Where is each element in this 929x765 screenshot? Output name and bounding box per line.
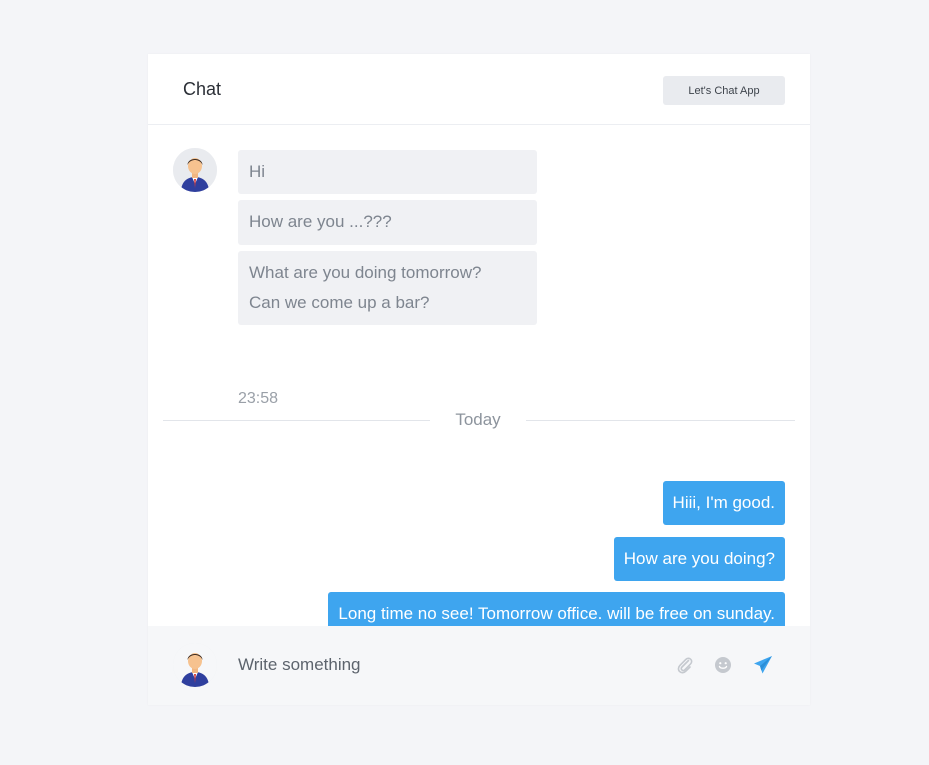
message-timestamp: 23:58 [238,390,279,407]
message-list[interactable]: Hi How are you ...??? What are you doing… [148,126,810,626]
composer-bar [148,626,810,705]
incoming-message: What are you doing tomorrow? Can we come… [238,251,537,325]
send-button[interactable] [752,654,774,676]
chat-header: Chat Let's Chat App [148,54,810,125]
user-avatar[interactable] [173,643,217,687]
incoming-message: Hi [238,150,537,194]
outgoing-message: How are you doing? [613,537,785,581]
message-input[interactable] [238,650,658,680]
contact-avatar[interactable] [173,148,217,192]
paperclip-icon [677,657,693,674]
incoming-message: How are you ...??? [238,200,537,245]
person-avatar-icon [173,148,217,192]
chat-title: Chat [183,79,222,99]
outgoing-message: Hiii, I'm good. [662,481,785,525]
emoji-button[interactable] [712,654,734,676]
send-icon [754,656,772,674]
date-divider-label: Today [430,410,526,430]
smiley-icon [715,657,731,673]
chat-card: Chat Let's Chat App Hi How are you ...??… [148,54,810,705]
app-name-badge: Let's Chat App [663,76,785,105]
person-avatar-icon [173,643,217,687]
attach-button[interactable] [674,654,696,676]
outgoing-message: Long time no see! Tomorrow office. will … [328,592,785,626]
